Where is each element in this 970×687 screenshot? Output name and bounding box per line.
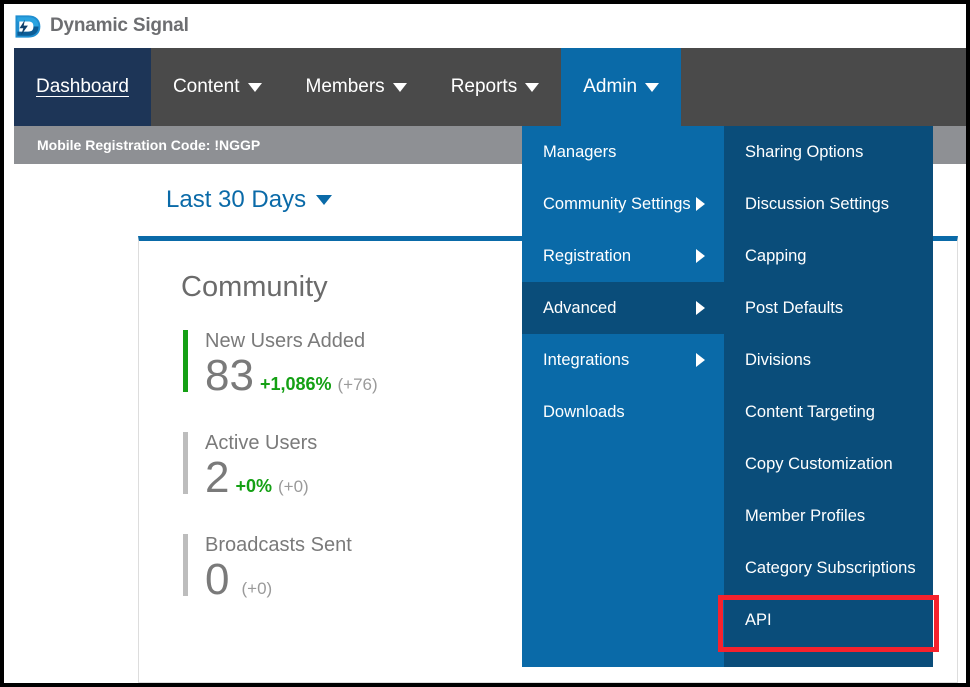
brand-name: Dynamic Signal: [50, 15, 189, 36]
accent-bar: [183, 330, 188, 392]
advanced-submenu-item-label: Member Profiles: [745, 506, 866, 525]
stat-delta-percent: +0%: [235, 476, 273, 496]
nav-item-dashboard-label: Dashboard: [36, 76, 129, 97]
nav-item-reports-label: Reports: [450, 76, 518, 97]
advanced-submenu-item-label: Discussion Settings: [745, 194, 889, 213]
admin-menu-item-label: Community Settings: [543, 194, 691, 213]
advanced-submenu-item-label: Category Subscriptions: [745, 558, 916, 577]
advanced-submenu-item-discussion-settings[interactable]: Discussion Settings: [724, 178, 933, 230]
advanced-submenu-item-divisions[interactable]: Divisions: [724, 334, 933, 386]
admin-menu-item-downloads[interactable]: Downloads: [522, 386, 724, 438]
nav-item-members[interactable]: Members: [284, 48, 429, 126]
advanced-submenu-item-label: Copy Customization: [745, 454, 893, 473]
stat-delta-absolute: (+0): [241, 579, 273, 598]
advanced-submenu-item-sharing-options[interactable]: Sharing Options: [724, 126, 933, 178]
nav-item-reports[interactable]: Reports: [429, 48, 562, 126]
admin-menu-item-label: Registration: [543, 246, 632, 265]
admin-menu-item-advanced[interactable]: Advanced: [522, 282, 724, 334]
chevron-down-icon: [316, 195, 333, 205]
admin-menu-item-label: Downloads: [543, 402, 625, 421]
admin-menu-item-label: Managers: [543, 142, 617, 161]
stat-value: 83: [205, 351, 254, 400]
nav-item-admin-label: Admin: [583, 76, 638, 97]
advanced-submenu-item-label: Capping: [745, 246, 807, 265]
nav-item-dashboard[interactable]: Dashboard: [14, 48, 151, 126]
mobile-registration-code-text: Mobile Registration Code: !NGGP: [37, 137, 261, 153]
chevron-right-icon: [696, 301, 705, 315]
admin-menu-item-label: Integrations: [543, 350, 630, 369]
advanced-submenu-item-api[interactable]: API: [724, 594, 933, 646]
nav-item-content[interactable]: Content: [151, 48, 284, 126]
date-range-label: Last 30 Days: [166, 186, 307, 213]
chevron-down-icon: [392, 82, 407, 92]
stat-delta-absolute: (+76): [337, 375, 378, 394]
advanced-submenu-item-capping[interactable]: Capping: [724, 230, 933, 282]
advanced-submenu-item-label: API: [745, 610, 772, 629]
app-screenshot: Dynamic Signal Dashboard Content Members…: [0, 0, 970, 687]
date-range-selector[interactable]: Last 30 Days: [166, 186, 333, 214]
advanced-submenu-item-content-targeting[interactable]: Content Targeting: [724, 386, 933, 438]
nav-item-admin[interactable]: Admin: [561, 48, 682, 126]
advanced-submenu-item-label: Sharing Options: [745, 142, 864, 161]
admin-menu-item-community-settings[interactable]: Community Settings: [522, 178, 724, 230]
admin-dropdown-menu: Managers Community Settings Registration…: [522, 126, 724, 667]
chevron-down-icon: [525, 82, 540, 92]
main-navbar: Dashboard Content Members Reports Admin: [14, 48, 966, 126]
chevron-right-icon: [696, 197, 705, 211]
advanced-submenu-item-copy-customization[interactable]: Copy Customization: [724, 438, 933, 490]
advanced-submenu-item-member-profiles[interactable]: Member Profiles: [724, 490, 933, 542]
accent-bar: [183, 432, 188, 494]
stat-value: 2: [205, 453, 230, 502]
advanced-submenu-item-label: Divisions: [745, 350, 812, 369]
nav-item-content-label: Content: [172, 76, 240, 97]
advanced-submenu-item-label: Content Targeting: [745, 402, 875, 421]
advanced-submenu-item-post-defaults[interactable]: Post Defaults: [724, 282, 933, 334]
chevron-right-icon: [696, 249, 705, 263]
accent-bar: [183, 534, 188, 596]
stat-value: 0: [205, 555, 230, 604]
admin-menu-item-integrations[interactable]: Integrations: [522, 334, 724, 386]
admin-menu-item-registration[interactable]: Registration: [522, 230, 724, 282]
advanced-submenu-item-label: Post Defaults: [745, 298, 844, 317]
admin-menu-item-managers[interactable]: Managers: [522, 126, 724, 178]
stat-delta-absolute: (+0): [278, 477, 309, 496]
nav-item-members-label: Members: [305, 76, 385, 97]
chevron-right-icon: [696, 353, 705, 367]
advanced-submenu-item-category-subscriptions[interactable]: Category Subscriptions: [724, 542, 933, 594]
admin-menu-item-label: Advanced: [543, 298, 617, 317]
chevron-down-icon: [247, 82, 262, 92]
dynamic-signal-logo-icon: [15, 14, 41, 38]
stat-delta-percent: +1,086%: [259, 374, 332, 394]
chevron-down-icon: [645, 82, 660, 92]
advanced-submenu: Sharing Options Discussion Settings Capp…: [724, 126, 933, 667]
brand-header: Dynamic Signal: [4, 4, 966, 48]
nav-item-list: Dashboard Content Members Reports Admin: [14, 48, 966, 126]
